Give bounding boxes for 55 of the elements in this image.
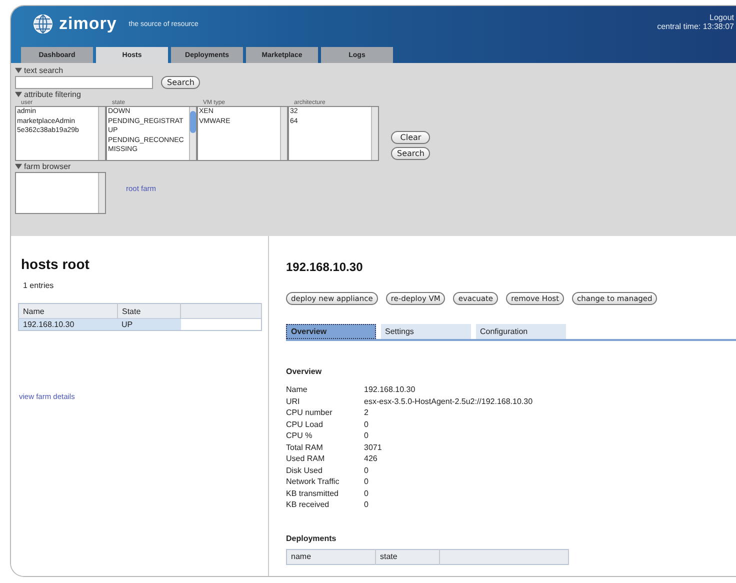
property-value: 0	[364, 499, 370, 510]
column-header[interactable]: name	[286, 549, 376, 564]
scrollbar[interactable]	[280, 107, 287, 160]
filter-button[interactable]: Search	[391, 147, 430, 160]
property-label: KB received	[286, 499, 330, 510]
detail-tab[interactable]: Configuration	[476, 324, 566, 339]
property-label: CPU %	[286, 430, 314, 442]
search-button[interactable]: Search	[161, 76, 200, 89]
globe-logo-icon	[33, 14, 53, 34]
column-header[interactable]: Name	[18, 304, 118, 318]
scrollbar[interactable]	[371, 107, 378, 160]
logout-link[interactable]: Logout	[710, 13, 734, 22]
page-heading: hosts root	[21, 256, 90, 272]
column-header[interactable]: state	[376, 549, 440, 564]
property-value: 3071	[364, 442, 383, 453]
property-label: CPU Load	[286, 418, 324, 430]
column-header[interactable]: State	[118, 304, 180, 318]
property-value: 2	[364, 407, 370, 418]
property-value: 0	[364, 464, 370, 476]
scrollbar[interactable]	[189, 107, 196, 160]
property-label: Name	[286, 384, 308, 396]
table-cell[interactable]: 192.168.10.30	[18, 318, 118, 330]
entries-count: 1 entries	[23, 281, 55, 290]
property-label: KB transmitted	[286, 488, 340, 499]
collapse-icon[interactable]	[15, 163, 22, 170]
scrollbar[interactable]	[98, 107, 105, 160]
property-label: Total RAM	[286, 442, 324, 453]
property-value: 0	[364, 476, 370, 488]
property-label: URI	[286, 396, 301, 407]
collapse-icon[interactable]	[15, 67, 22, 74]
section-toggle[interactable]: text search	[24, 66, 64, 75]
search-field[interactable]	[15, 76, 153, 89]
central-time: central time: 13:38:07	[657, 22, 734, 31]
property-value: 426	[364, 453, 378, 464]
brand-logo: zimory	[59, 14, 117, 34]
host-title: 192.168.10.30	[286, 260, 363, 274]
section-heading: Deployments	[286, 534, 336, 542]
property-label: Used RAM	[286, 453, 326, 464]
property-value: 0	[364, 430, 370, 442]
property-label: CPU number	[286, 407, 334, 418]
property-value: 0	[364, 488, 370, 499]
section-heading: Overview	[286, 367, 322, 376]
section-toggle[interactable]: farm browser	[24, 162, 71, 171]
section-toggle[interactable]: attribute filtering	[24, 90, 81, 99]
property-label: Network Traffic	[286, 476, 340, 488]
farm-tree-box[interactable]	[15, 172, 106, 214]
property-label: Disk Used	[286, 464, 324, 476]
property-value: 0	[364, 418, 370, 430]
detail-tab[interactable]: Overview	[286, 324, 376, 339]
filter-button[interactable]: Clear	[391, 131, 430, 144]
detail-tab[interactable]: Settings	[381, 324, 471, 339]
property-value: esx-esx-3.5.0-HostAgent-2.5u2://192.168.10.30	[364, 396, 533, 407]
property-value: 192.168.10.30	[364, 384, 416, 396]
table-cell[interactable]: UP	[118, 318, 180, 330]
collapse-icon[interactable]	[15, 91, 22, 98]
